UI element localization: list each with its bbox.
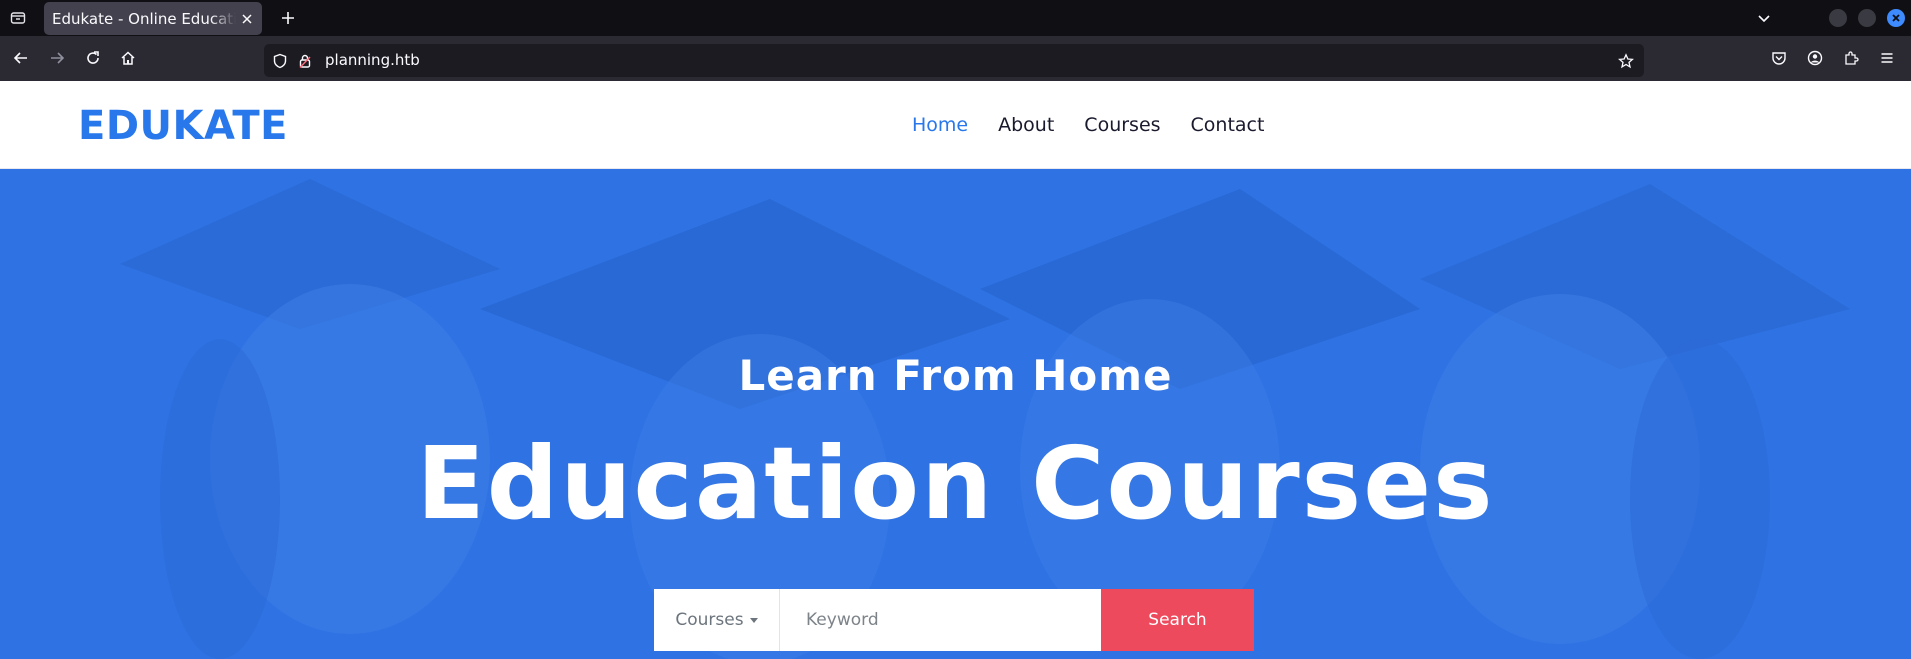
address-bar[interactable]: planning.htb — [264, 44, 1644, 77]
tab-close-icon[interactable] — [236, 8, 258, 30]
caret-down-icon — [749, 617, 758, 623]
browser-tab[interactable]: Edukate - Online Education Website — [44, 2, 262, 35]
minimize-button[interactable] — [1829, 9, 1847, 27]
new-tab-icon[interactable] — [276, 6, 300, 30]
list-all-tabs-icon[interactable] — [1752, 6, 1776, 30]
browser-navbar: planning.htb — [0, 36, 1911, 81]
insecure-lock-icon[interactable] — [296, 52, 314, 70]
bookmark-star-icon[interactable] — [1617, 52, 1635, 70]
site-header: EDUKATE Home About Courses Contact — [0, 81, 1911, 169]
hero-title: Education Courses — [416, 425, 1495, 542]
close-icon — [1892, 14, 1900, 22]
category-dropdown[interactable]: Courses — [654, 589, 780, 651]
browser-tabstrip: Edukate - Online Education Website — [0, 0, 1911, 36]
forward-icon[interactable] — [45, 46, 69, 70]
home-icon[interactable] — [116, 46, 140, 70]
menu-item-about[interactable]: About — [998, 114, 1054, 136]
category-dropdown-label: Courses — [675, 610, 744, 630]
search-button[interactable]: Search — [1101, 589, 1254, 651]
hero-background-image — [0, 169, 1911, 659]
menu-item-courses[interactable]: Courses — [1084, 114, 1160, 136]
menu-item-home[interactable]: Home — [912, 114, 968, 136]
hero-section: Learn From Home Education Courses Course… — [0, 169, 1911, 659]
hero-subtitle: Learn From Home — [738, 351, 1173, 400]
maximize-button[interactable] — [1858, 9, 1876, 27]
course-search-bar: Courses Search — [654, 589, 1254, 651]
extensions-icon[interactable] — [1839, 46, 1863, 70]
reload-icon[interactable] — [81, 46, 105, 70]
tracking-protection-shield-icon[interactable] — [271, 52, 289, 70]
tab-overview-icon[interactable] — [6, 6, 30, 30]
back-icon[interactable] — [9, 46, 33, 70]
close-window-button[interactable] — [1887, 9, 1905, 27]
menu-item-contact[interactable]: Contact — [1191, 114, 1265, 136]
keyword-input[interactable] — [780, 589, 1101, 651]
main-menu: Home About Courses Contact — [912, 114, 1294, 136]
hamburger-menu-icon[interactable] — [1875, 46, 1899, 70]
pocket-icon[interactable] — [1767, 46, 1791, 70]
account-icon[interactable] — [1803, 46, 1827, 70]
tab-title: Edukate - Online Education Website — [52, 9, 236, 28]
url-text[interactable]: planning.htb — [325, 51, 420, 69]
site-logo[interactable]: EDUKATE — [78, 103, 288, 149]
